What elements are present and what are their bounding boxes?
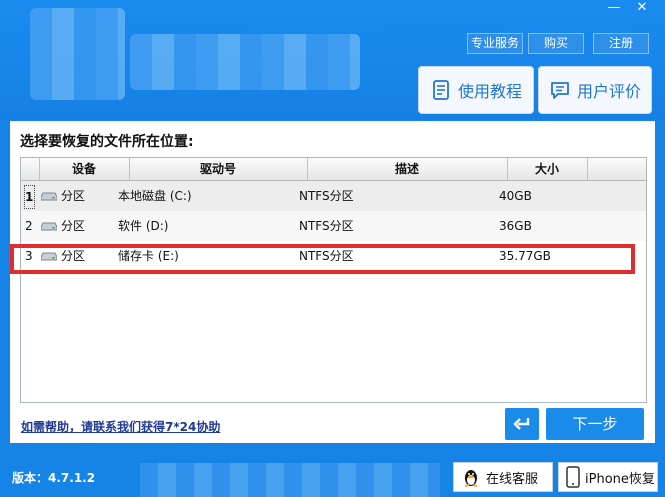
iphone-recovery-label: iPhone恢复 bbox=[585, 471, 655, 487]
description-cell: NTFS分区 bbox=[299, 219, 354, 233]
drive-table: 设备 驱动号 描述 大小 1 分区 本地磁盘 (C:) NTFS分区 40GB … bbox=[20, 157, 647, 403]
comment-icon bbox=[551, 82, 569, 99]
document-icon bbox=[433, 80, 449, 100]
hard-drive-icon bbox=[41, 222, 57, 231]
online-service-button[interactable]: 在线客服 bbox=[453, 462, 553, 492]
location-prompt: 选择要恢复的文件所在位置: bbox=[20, 134, 194, 150]
tutorial-label: 使用教程 bbox=[457, 82, 522, 101]
header-description[interactable]: 描述 bbox=[307, 158, 508, 180]
drive-cell: 本地磁盘 (C:) bbox=[118, 189, 192, 203]
next-step-button[interactable]: 下一步 bbox=[546, 408, 644, 440]
selection-highlight-box bbox=[10, 244, 635, 274]
register-button[interactable]: 注册 bbox=[593, 33, 649, 54]
header-drive[interactable]: 驱动号 bbox=[129, 158, 308, 180]
user-review-button[interactable]: 用户评价 bbox=[538, 66, 652, 114]
buy-button[interactable]: 购买 bbox=[528, 33, 584, 54]
iphone-recovery-button[interactable]: iPhone恢复 bbox=[558, 462, 658, 492]
blurred-logo bbox=[30, 8, 125, 100]
version-label: 版本：4.7.1.2 bbox=[12, 471, 96, 485]
device-cell: 分区 bbox=[61, 219, 86, 233]
minimize-button[interactable]: — bbox=[600, 0, 628, 16]
header-size[interactable]: 大小 bbox=[507, 158, 588, 180]
phone-icon bbox=[566, 466, 580, 488]
row-index: 2 bbox=[25, 219, 33, 233]
help-link[interactable]: 如需帮助，请联系我们获得7*24协助 bbox=[21, 418, 220, 435]
hard-drive-icon bbox=[41, 192, 57, 201]
back-arrow-icon bbox=[513, 418, 530, 430]
description-cell: NTFS分区 bbox=[299, 189, 354, 203]
device-cell: 分区 bbox=[61, 189, 86, 203]
table-row[interactable]: 2 分区 软件 (D:) NTFS分区 36GB bbox=[21, 211, 646, 241]
tutorial-button[interactable]: 使用教程 bbox=[418, 66, 534, 114]
blurred-app-title bbox=[130, 34, 360, 90]
size-cell: 40GB bbox=[499, 189, 532, 203]
user-review-label: 用户评价 bbox=[576, 82, 641, 101]
table-header: 设备 驱动号 描述 大小 bbox=[21, 158, 646, 181]
main-panel: 选择要恢复的文件所在位置: 设备 驱动号 描述 大小 1 分区 本地磁盘 (C:… bbox=[10, 121, 655, 443]
drive-cell: 软件 (D:) bbox=[118, 219, 169, 233]
table-row[interactable]: 1 分区 本地磁盘 (C:) NTFS分区 40GB bbox=[21, 181, 646, 211]
professional-service-button[interactable]: 专业服务 bbox=[467, 33, 523, 54]
close-button[interactable]: ✕ bbox=[628, 0, 656, 16]
blurred-footer-area bbox=[140, 463, 440, 497]
back-button[interactable] bbox=[505, 408, 539, 440]
header-index bbox=[21, 158, 40, 180]
size-cell: 36GB bbox=[499, 219, 532, 233]
qq-penguin-icon bbox=[464, 470, 478, 487]
online-service-label: 在线客服 bbox=[486, 471, 539, 487]
row-index: 1 bbox=[24, 185, 35, 209]
header-device[interactable]: 设备 bbox=[39, 158, 130, 180]
